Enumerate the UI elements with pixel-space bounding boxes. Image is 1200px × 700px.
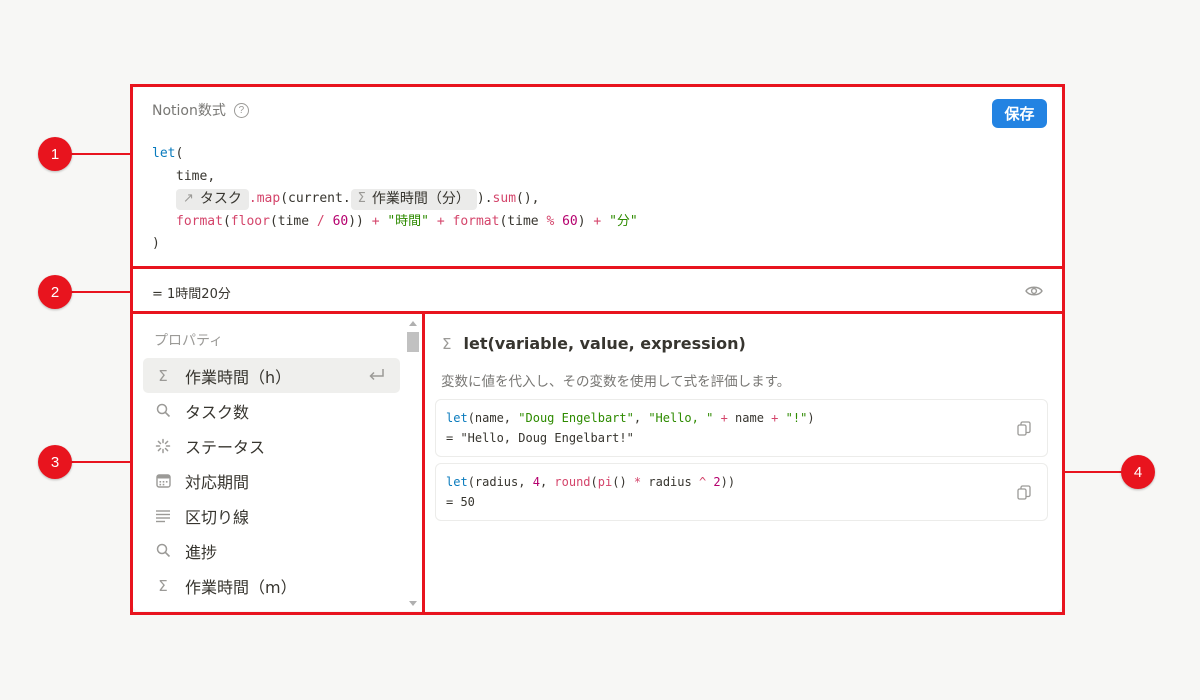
annotation-box-docs bbox=[422, 311, 1065, 615]
callout-2: 2 bbox=[38, 275, 72, 309]
callout-leader-3 bbox=[70, 461, 132, 463]
callout-leader-4 bbox=[1063, 471, 1125, 473]
callout-1: 1 bbox=[38, 137, 72, 171]
callout-4: 4 bbox=[1121, 455, 1155, 489]
callout-3: 3 bbox=[38, 445, 72, 479]
annotation-box-result bbox=[130, 266, 1065, 314]
annotation-box-editor bbox=[130, 84, 1065, 269]
annotation-box-properties bbox=[130, 311, 425, 615]
callout-leader-2 bbox=[70, 291, 132, 293]
callout-leader-1 bbox=[70, 153, 132, 155]
